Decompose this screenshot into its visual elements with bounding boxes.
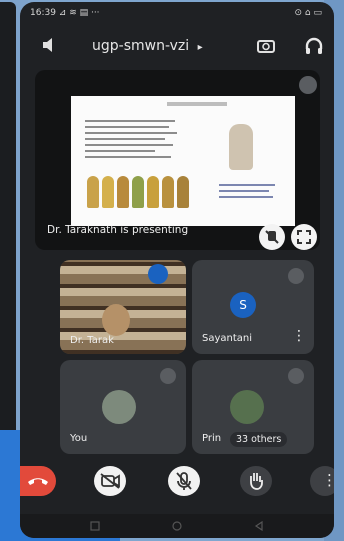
switch-camera-icon[interactable] — [256, 36, 276, 56]
more-options-button[interactable]: ⋮ — [310, 466, 334, 496]
slide-text-line — [85, 138, 165, 140]
android-nav-bar — [20, 514, 334, 538]
slide-text-line — [85, 132, 177, 134]
participant-name: Dr. Tarak — [70, 335, 114, 346]
presentation-mic-off-icon — [299, 76, 317, 94]
fullscreen-button[interactable] — [291, 224, 317, 250]
phone-screen: 16:39 ⊿ ≋ ▤ ··· ⊙ ⌂ ▭ ugp-smwn-vzi ▸ Dr.… — [20, 2, 334, 538]
meeting-code[interactable]: ugp-smwn-vzi ▸ — [92, 38, 203, 54]
hang-up-icon — [28, 478, 48, 485]
mic-off-icon — [176, 472, 192, 490]
status-indicators: ⊙ ⌂ ▭ — [294, 8, 322, 18]
participant-avatar: S — [230, 292, 256, 318]
stop-presenting-button[interactable] — [259, 224, 285, 250]
status-time: 16:39 ⊿ ≋ ▤ ··· — [30, 8, 100, 18]
camera-toggle-button[interactable] — [94, 466, 126, 496]
end-call-button[interactable] — [20, 466, 56, 496]
more-vertical-icon: ⋮ — [322, 471, 334, 489]
participant-tile[interactable]: Prin 33 others — [192, 360, 314, 454]
participant-avatar — [102, 390, 136, 424]
meeting-top-bar: ugp-smwn-vzi ▸ — [20, 28, 334, 62]
shared-slide — [71, 96, 295, 226]
slide-text-line — [85, 150, 155, 152]
others-count-badge[interactable]: 33 others — [230, 432, 288, 447]
headphones-icon[interactable] — [304, 36, 324, 56]
speaker-back-icon[interactable] — [40, 36, 58, 54]
fullscreen-icon — [297, 230, 311, 244]
participant-mic-off-icon — [288, 268, 304, 284]
slide-garment-images — [87, 176, 207, 210]
participant-tile[interactable]: You — [60, 360, 186, 454]
participant-name: Sayantani — [202, 333, 253, 344]
call-controls-bar: ⋮ — [20, 460, 334, 506]
slide-text-line — [85, 156, 171, 158]
participant-tile[interactable]: Dr. Tarak — [60, 260, 186, 354]
participant-more-icon[interactable]: ⋮ — [292, 328, 306, 344]
slide-figure-image — [229, 124, 253, 170]
mic-toggle-button[interactable] — [168, 466, 200, 496]
participant-avatar-initial: S — [239, 298, 247, 312]
slide-text-line — [85, 126, 169, 128]
presenting-label: Dr. Taraknath is presenting — [47, 224, 189, 236]
status-bar: 16:39 ⊿ ≋ ▤ ··· ⊙ ⌂ ▭ — [20, 2, 334, 24]
meeting-code-caret-icon: ▸ — [197, 42, 203, 53]
hand-icon — [250, 473, 263, 490]
participant-mic-off-icon — [160, 368, 176, 384]
slide-side-text — [219, 184, 279, 214]
participant-video-face — [102, 304, 130, 336]
slide-title-line — [167, 102, 227, 106]
participant-mic-off-icon — [288, 368, 304, 384]
home-icon[interactable] — [172, 521, 182, 531]
pin-off-icon — [265, 230, 279, 244]
slide-text-line — [85, 120, 175, 122]
participant-tile[interactable]: S Sayantani ⋮ — [192, 260, 314, 354]
participant-avatar — [230, 390, 264, 424]
recents-icon[interactable] — [90, 521, 100, 531]
raise-hand-button[interactable] — [240, 466, 272, 496]
meeting-code-text: ugp-smwn-vzi — [92, 38, 190, 54]
slide-text-line — [85, 144, 173, 146]
camera-off-icon — [100, 473, 120, 489]
participant-name: You — [70, 433, 88, 444]
back-icon[interactable] — [254, 521, 264, 531]
speaking-indicator-icon — [148, 264, 168, 284]
presentation-tile[interactable]: Dr. Taraknath is presenting — [35, 70, 320, 250]
participant-name: Prin — [202, 433, 222, 444]
